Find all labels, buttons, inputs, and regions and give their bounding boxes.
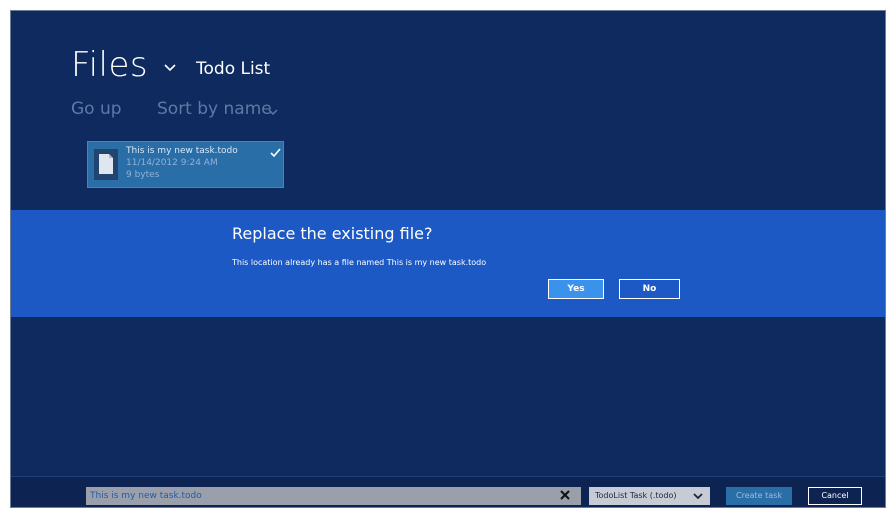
file-date: 11/14/2012 9:24 AM [126,158,218,168]
chevron-down-icon[interactable] [266,105,280,119]
create-task-button[interactable]: Create task [726,487,792,505]
yes-button[interactable]: Yes [548,279,604,299]
replace-file-dialog: Replace the existing file? This location… [11,210,885,317]
file-size: 9 bytes [126,170,160,180]
dialog-title: Replace the existing file? [232,224,433,243]
dialog-message: This location already has a file named T… [232,258,487,267]
file-type-select[interactable]: TodoList Task (.todo) [589,487,710,505]
file-name: This is my new task.todo [126,146,238,156]
file-icon-container [94,149,118,180]
filename-input[interactable] [86,487,581,505]
no-button[interactable]: No [619,279,680,299]
file-save-picker: Files Todo List Go up Sort by name This … [10,10,886,508]
checkmark-icon [270,148,281,158]
page-title[interactable]: Files [71,45,148,85]
chevron-down-icon[interactable] [159,56,181,78]
cancel-button[interactable]: Cancel [808,487,862,505]
file-type-label: TodoList Task (.todo) [595,491,677,500]
location-label: Todo List [196,59,271,79]
bottom-app-bar: TodoList Task (.todo) Create task Cancel [11,476,885,507]
document-icon [99,154,113,174]
sort-by-button[interactable]: Sort by name [157,99,272,119]
close-icon[interactable] [559,489,571,501]
chevron-down-icon [693,493,703,500]
file-tile[interactable]: This is my new task.todo 11/14/2012 9:24… [87,141,284,188]
go-up-button[interactable]: Go up [71,99,122,119]
